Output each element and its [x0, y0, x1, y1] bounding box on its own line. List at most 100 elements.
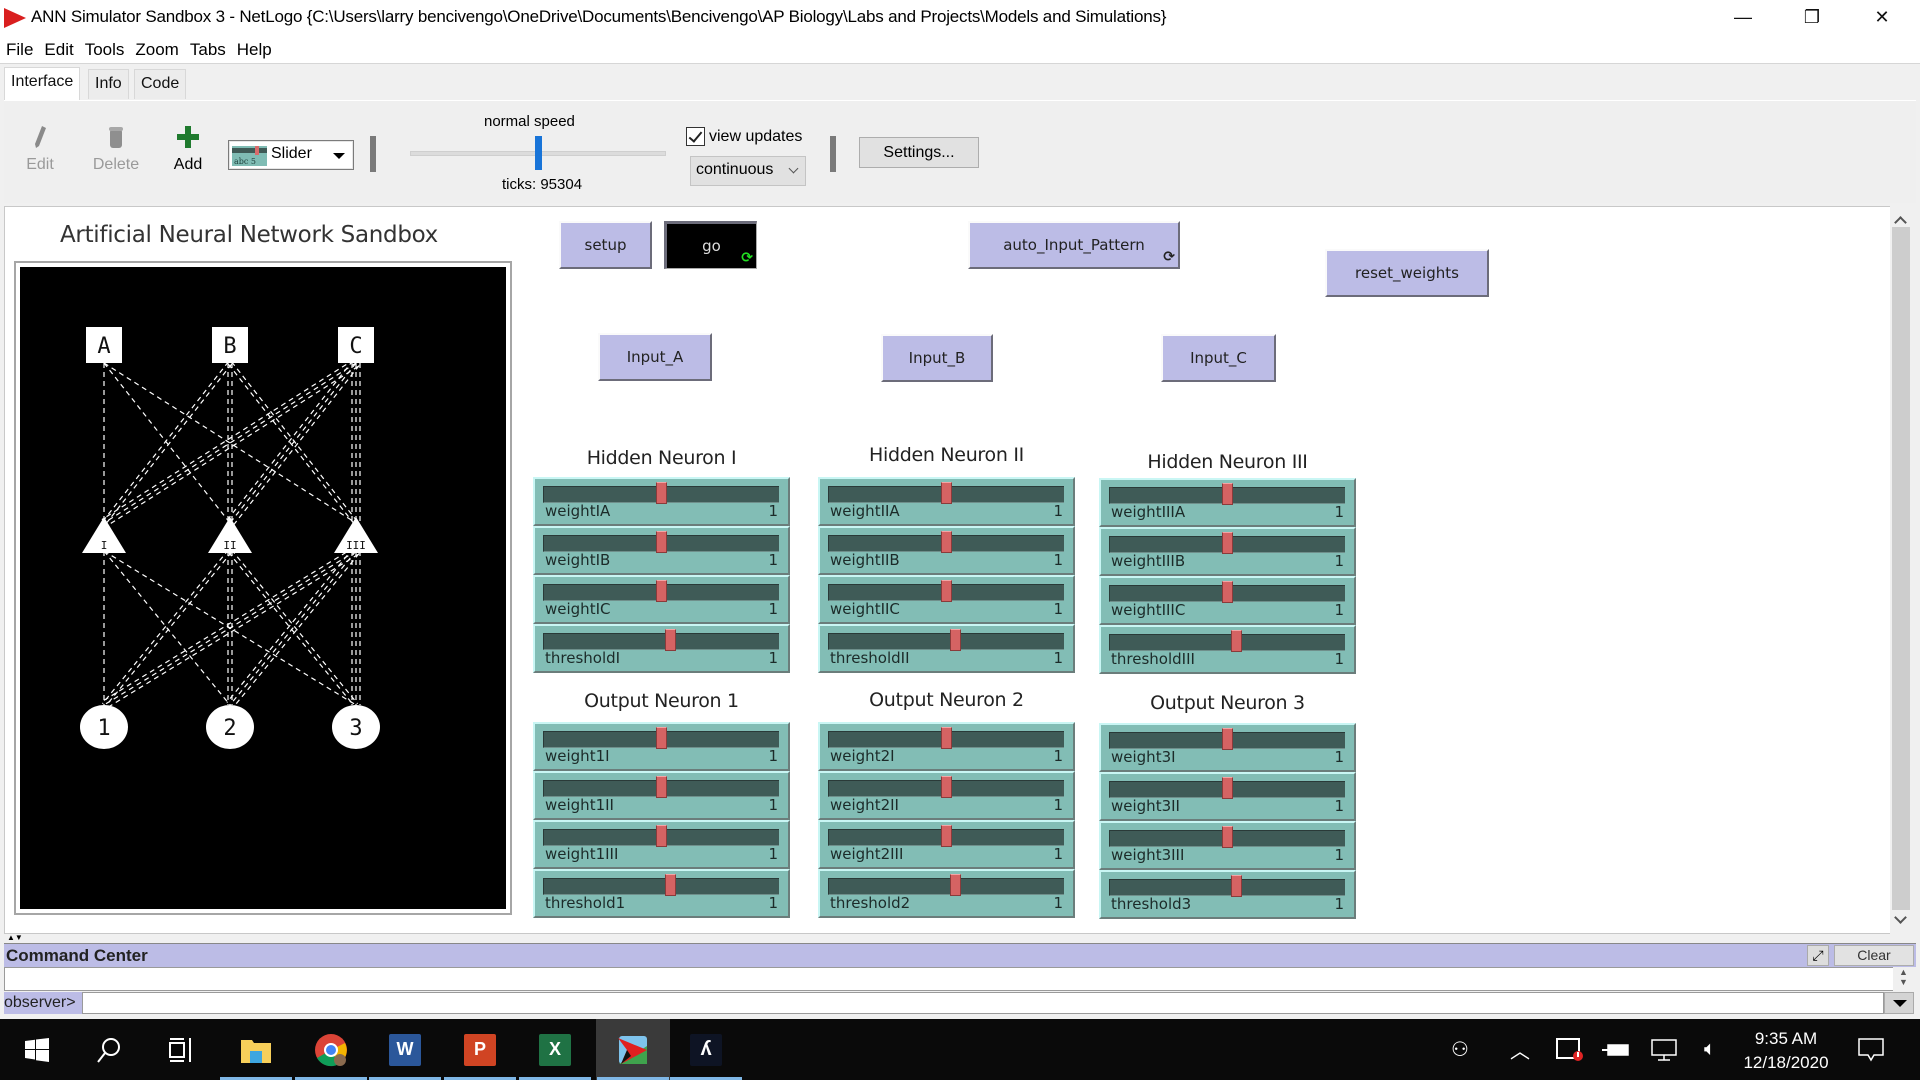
- slider-thresholdII[interactable]: thresholdII 1: [818, 624, 1075, 673]
- slider-threshold1[interactable]: threshold1 1: [533, 869, 790, 918]
- restore-button[interactable]: ❐: [1781, 0, 1843, 34]
- slider-weight2I[interactable]: weight2I 1: [818, 722, 1075, 771]
- speed-slider-thumb[interactable]: [535, 136, 542, 170]
- slider-thumb[interactable]: [950, 629, 962, 651]
- reset-weights-button[interactable]: reset_weights: [1325, 249, 1489, 297]
- auto-input-pattern-button[interactable]: auto_Input_Pattern ⟳: [968, 221, 1180, 269]
- input-c-button[interactable]: Input_C: [1161, 334, 1276, 382]
- view-updates-checkbox[interactable]: view updates: [686, 127, 802, 146]
- slider-weight3III[interactable]: weight3III 1: [1099, 821, 1356, 870]
- slider-track[interactable]: [828, 878, 1064, 895]
- minimize-button[interactable]: —: [1712, 0, 1774, 34]
- slider-weightIIIC[interactable]: weightIIIC 1: [1099, 576, 1356, 625]
- volume-tray[interactable]: 🔈︎: [1690, 1019, 1730, 1080]
- show-hidden-icons-button[interactable]: ︿: [1500, 1019, 1540, 1080]
- clear-button[interactable]: Clear: [1834, 945, 1914, 966]
- task-view-button[interactable]: [144, 1019, 218, 1080]
- slider-track[interactable]: [828, 633, 1064, 650]
- slider-weightIIA[interactable]: weightIIA 1: [818, 477, 1075, 526]
- network-tray[interactable]: [1644, 1019, 1684, 1080]
- slider-thumb[interactable]: [1222, 581, 1233, 603]
- slider-weightIB[interactable]: weightIB 1: [533, 526, 790, 575]
- slider-thumb[interactable]: [1231, 875, 1243, 897]
- command-input[interactable]: [82, 992, 1884, 1014]
- excel-app[interactable]: X: [518, 1019, 592, 1080]
- slider-thresholdI[interactable]: thresholdI 1: [533, 624, 790, 673]
- slider-thumb[interactable]: [665, 874, 677, 896]
- slider-weight1III[interactable]: weight1III 1: [533, 820, 790, 869]
- slider-thumb[interactable]: [665, 629, 677, 651]
- tab-code[interactable]: Code: [134, 69, 187, 99]
- battery-tray[interactable]: [1596, 1019, 1636, 1080]
- world-view[interactable]: A B C I II III 1 2 3: [14, 261, 512, 915]
- slider-thumb[interactable]: [941, 727, 952, 749]
- slider-track[interactable]: [1109, 879, 1345, 896]
- slider-thumb[interactable]: [656, 482, 667, 504]
- slider-thumb[interactable]: [656, 776, 667, 798]
- slider-thumb[interactable]: [941, 825, 952, 847]
- slider-thumb[interactable]: [1222, 826, 1233, 848]
- slider-track[interactable]: [543, 633, 779, 650]
- menu-file[interactable]: File: [6, 40, 33, 60]
- search-button[interactable]: [72, 1019, 146, 1080]
- acrobat-app[interactable]: ʎ: [669, 1019, 743, 1080]
- slider-thumb[interactable]: [941, 482, 952, 504]
- menu-edit[interactable]: Edit: [44, 40, 73, 60]
- slider-thumb[interactable]: [950, 874, 962, 896]
- close-button[interactable]: ✕: [1851, 0, 1913, 34]
- slider-weight3I[interactable]: weight3I 1: [1099, 723, 1356, 772]
- update-mode-select[interactable]: continuous: [690, 156, 806, 186]
- slider-thumb[interactable]: [1222, 728, 1233, 750]
- action-center-button[interactable]: [1848, 1019, 1894, 1080]
- slider-thumb[interactable]: [656, 580, 667, 602]
- slider-thumb[interactable]: [1222, 532, 1233, 554]
- chrome-app[interactable]: [294, 1019, 368, 1080]
- menu-zoom[interactable]: Zoom: [135, 40, 178, 60]
- sync-alert-tray[interactable]: [1550, 1019, 1590, 1080]
- input-a-button[interactable]: Input_A: [598, 333, 712, 381]
- slider-thumb[interactable]: [1231, 630, 1243, 652]
- slider-thumb[interactable]: [656, 727, 667, 749]
- delete-button[interactable]: Delete: [86, 125, 146, 174]
- add-button[interactable]: Add: [168, 125, 208, 174]
- agent-type-selector[interactable]: observer>: [4, 992, 82, 1014]
- slider-weightIC[interactable]: weightIC 1: [533, 575, 790, 624]
- edit-button[interactable]: Edit: [18, 125, 62, 174]
- slider-thumb[interactable]: [656, 531, 667, 553]
- menu-tools[interactable]: Tools: [85, 40, 125, 60]
- slider-thresholdIII[interactable]: thresholdIII 1: [1099, 625, 1356, 674]
- slider-thumb[interactable]: [941, 776, 952, 798]
- file-explorer-app[interactable]: [219, 1019, 293, 1080]
- slider-thumb[interactable]: [1222, 483, 1233, 505]
- setup-button[interactable]: setup: [559, 221, 652, 269]
- slider-thumb[interactable]: [941, 580, 952, 602]
- menu-help[interactable]: Help: [237, 40, 272, 60]
- interface-scrollbar[interactable]: [1890, 206, 1912, 934]
- netlogo-app[interactable]: [596, 1019, 670, 1080]
- scroll-down-icon[interactable]: [1894, 911, 1907, 924]
- slider-thumb[interactable]: [1222, 777, 1233, 799]
- slider-threshold2[interactable]: threshold2 1: [818, 869, 1075, 918]
- expand-button[interactable]: ⤢: [1807, 945, 1829, 966]
- slider-threshold3[interactable]: threshold3 1: [1099, 870, 1356, 919]
- slider-weightIIC[interactable]: weightIIC 1: [818, 575, 1075, 624]
- widget-type-select[interactable]: abc 5 Slider: [228, 140, 354, 170]
- slider-weightIIIB[interactable]: weightIIIB 1: [1099, 527, 1356, 576]
- slider-track[interactable]: [543, 878, 779, 895]
- go-button[interactable]: go ⟳: [664, 221, 757, 269]
- slider-thumb[interactable]: [656, 825, 667, 847]
- output-scrollbar[interactable]: ▲ ▼: [1893, 967, 1914, 991]
- slider-weightIIIA[interactable]: weightIIIA 1: [1099, 478, 1356, 527]
- tab-info[interactable]: Info: [88, 69, 129, 99]
- scrollbar-thumb[interactable]: [1892, 227, 1910, 910]
- system-clock[interactable]: 9:35 AM 12/18/2020: [1730, 1027, 1842, 1075]
- slider-track[interactable]: [1109, 634, 1345, 651]
- slider-weight3II[interactable]: weight3II 1: [1099, 772, 1356, 821]
- slider-weight2III[interactable]: weight2III 1: [818, 820, 1075, 869]
- slider-weightIA[interactable]: weightIA 1: [533, 477, 790, 526]
- pane-splitter[interactable]: ▲▼: [0, 934, 1920, 942]
- tab-interface[interactable]: Interface: [4, 67, 81, 100]
- slider-thumb[interactable]: [941, 531, 952, 553]
- slider-weightIIB[interactable]: weightIIB 1: [818, 526, 1075, 575]
- people-button[interactable]: ⚇: [1440, 1019, 1480, 1080]
